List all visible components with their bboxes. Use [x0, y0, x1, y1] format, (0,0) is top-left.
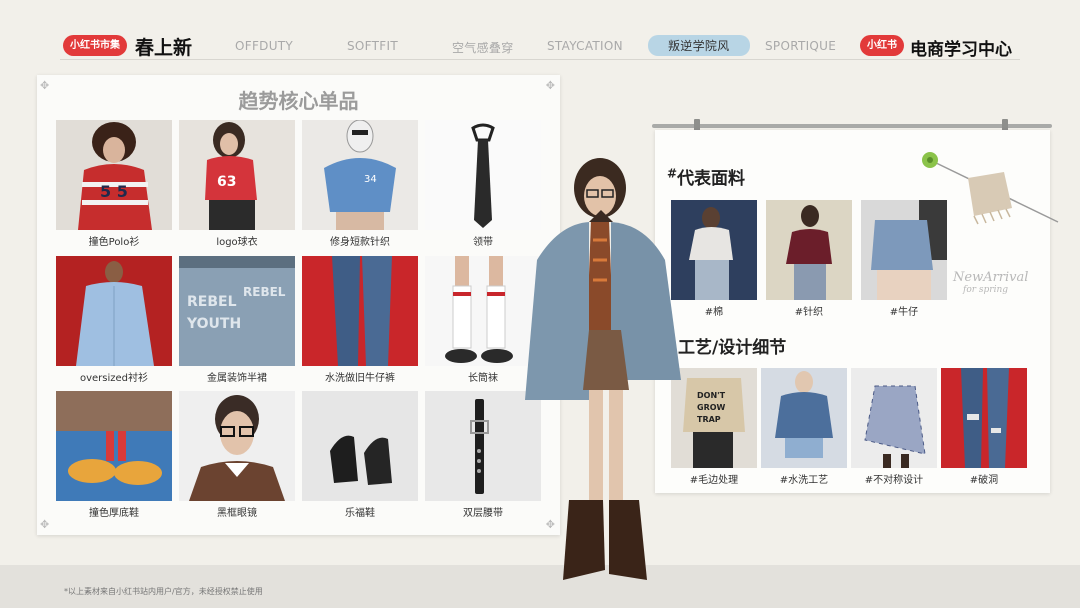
asymmetric-image [851, 368, 937, 468]
chunky-shoes-image [56, 391, 172, 501]
item-label: 金属装饰半裙 [207, 373, 267, 384]
jeans-image [302, 256, 418, 366]
corner-ornament-icon: ✥ [40, 518, 50, 531]
fabric-label: #牛仔 [889, 307, 919, 318]
page-title: 春上新 [135, 37, 193, 59]
tab-offduty[interactable]: OFFDUTY [235, 39, 293, 53]
knit-fabric-image [766, 200, 852, 300]
item-washed-jeans[interactable]: 水洗做旧牛仔裤 [302, 256, 418, 384]
svg-text:63: 63 [217, 174, 236, 190]
brand-badge: 小红书市集 [63, 35, 127, 56]
svg-text:DON'T: DON'T [697, 391, 726, 400]
item-loafers[interactable]: 乐福鞋 [302, 391, 418, 519]
svg-text:REBEL: REBEL [187, 294, 237, 310]
jersey-image: 63 [179, 120, 295, 230]
item-label: 撞色厚底鞋 [89, 508, 139, 519]
item-label: 撞色Polo衫 [88, 237, 140, 248]
learning-center-title: 电商学习中心 [910, 40, 1012, 60]
core-items-panel: 趋势核心单品 ✥ ✥ ✥ ✥ 5 5 撞色Polo衫 63 logo球衣 34 … [37, 75, 560, 535]
svg-text:34: 34 [364, 174, 377, 185]
details-title: 工艺/设计细节 [678, 338, 787, 358]
detail-ripped[interactable]: #破洞 [941, 368, 1027, 486]
item-label: oversized衬衫 [79, 373, 149, 384]
item-chunky-shoes[interactable]: 撞色厚底鞋 [56, 391, 172, 519]
item-label: 乐福鞋 [345, 508, 375, 519]
fabric-label: #针织 [794, 307, 824, 318]
svg-text:TRAP: TRAP [697, 415, 721, 424]
tab-staycation[interactable]: STAYCATION [547, 39, 623, 53]
item-polo[interactable]: 5 5 撞色Polo衫 [56, 120, 172, 248]
shirt-image [56, 256, 172, 366]
svg-text:YOUTH: YOUTH [186, 316, 241, 332]
polo-image: 5 5 [56, 120, 172, 230]
svg-text:GROW: GROW [697, 403, 726, 412]
detail-label: #不对称设计 [864, 475, 924, 486]
detail-wash[interactable]: #水洗工艺 [761, 368, 847, 486]
top-nav: 小红书市集 春上新 OFFDUTY SOFTFIT 空气感叠穿 STAYCATI… [0, 30, 1080, 60]
svg-text:REBEL: REBEL [243, 285, 286, 299]
item-label: 修身短款针织 [330, 237, 390, 248]
glasses-image [179, 391, 295, 501]
footnote: *以上素材来自小红书站内用户/官方，未经授权禁止使用 [64, 587, 263, 596]
corner-ornament-icon: ✥ [545, 79, 555, 92]
detail-label: #破洞 [969, 475, 999, 486]
svg-text:5 5: 5 5 [100, 182, 128, 201]
detail-label: #水洗工艺 [779, 475, 829, 486]
tab-softfit[interactable]: SOFTFIT [347, 39, 398, 53]
wash-image [761, 368, 847, 468]
item-label: logo球衣 [216, 237, 258, 248]
ripped-image [941, 368, 1027, 468]
loafers-image [302, 391, 418, 501]
item-black-glasses[interactable]: 黑框眼镜 [179, 391, 295, 519]
item-metal-skirt[interactable]: REBEL YOUTH REBEL 金属装饰半裙 [179, 256, 295, 384]
knit-swatch-pin-icon [922, 152, 1059, 225]
core-items-title: 趋势核心单品 [238, 89, 359, 113]
corner-ornament-icon: ✥ [40, 79, 50, 92]
item-knit[interactable]: 34 修身短款针织 [302, 120, 418, 248]
tab-layering[interactable]: 空气感叠穿 [452, 39, 514, 56]
tab-rebel-preppy[interactable]: 叛逆学院风 [648, 35, 750, 56]
skirt-image: REBEL YOUTH REBEL [179, 256, 295, 366]
new-arrival-watermark: NewArrival for spring [953, 270, 1029, 295]
item-oversized-shirt[interactable]: oversized衬衫 [56, 256, 172, 384]
xhs-badge: 小红书 [860, 35, 904, 56]
model-figure [525, 158, 681, 580]
knit-image: 34 [302, 120, 418, 230]
fabric-knit[interactable]: #针织 [766, 200, 852, 318]
item-label: 黑框眼镜 [217, 508, 257, 519]
item-label: 水洗做旧牛仔裤 [325, 373, 395, 384]
tab-sportique[interactable]: SPORTIQUE [765, 39, 836, 53]
detail-asymmetric[interactable]: #不对称设计 [851, 368, 937, 486]
header-divider [60, 59, 1020, 60]
hanging-rod [652, 124, 1052, 128]
item-logo-jersey[interactable]: 63 logo球衣 [179, 120, 295, 248]
